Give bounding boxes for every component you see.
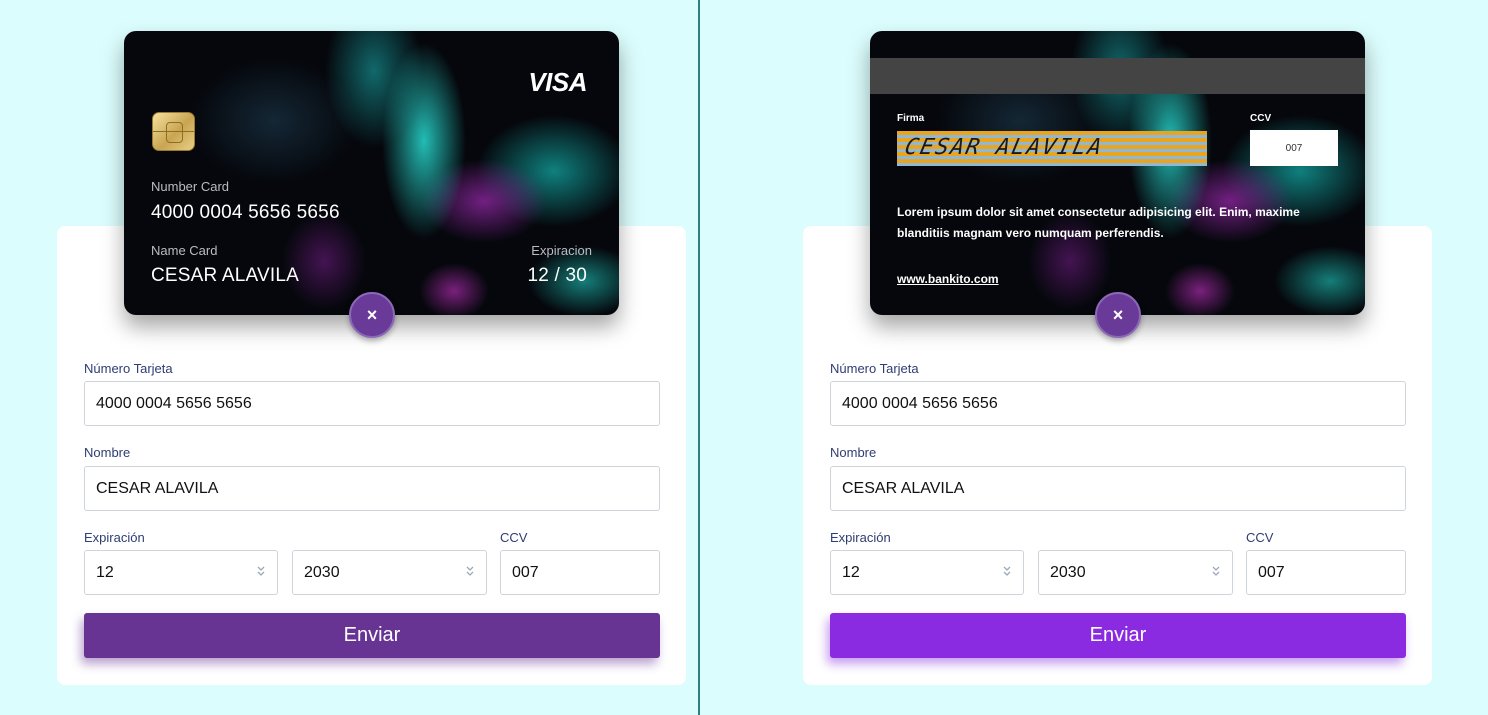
close-icon: × xyxy=(366,304,378,325)
submit-button[interactable]: Enviar xyxy=(84,613,660,658)
ccv-field-label: CCV xyxy=(500,530,528,545)
name-field-label: Nombre xyxy=(84,445,131,460)
signature-label: Firma xyxy=(897,113,925,124)
card-number-input[interactable]: 4000 0004 5656 5656 xyxy=(84,381,660,426)
card-number-display: 4000 0004 5656 5656 xyxy=(151,202,340,223)
month-select[interactable]: 12 xyxy=(84,550,278,595)
year-select[interactable]: 2030 xyxy=(292,550,487,595)
ccv-input[interactable]: 007 xyxy=(1246,550,1406,595)
visa-logo: VISA xyxy=(528,67,587,97)
name-field-label: Nombre xyxy=(830,445,877,460)
card-back-text: Lorem ipsum dolor sit amet consectetur a… xyxy=(897,205,1300,240)
close-icon: × xyxy=(1112,304,1124,325)
submit-button[interactable]: Enviar xyxy=(830,613,1406,658)
ccv-input[interactable]: 007 xyxy=(500,550,660,595)
expiry-field-label: Expiración xyxy=(830,530,891,545)
ccv-field-label: CCV xyxy=(1246,530,1274,545)
bank-link[interactable]: www.bankito.com xyxy=(897,272,999,286)
card-name-label: Name Card xyxy=(151,243,218,258)
magnetic-stripe xyxy=(870,58,1365,94)
card-form-panel-front: VISA Number Card 4000 0004 5656 5656 Nam… xyxy=(52,0,692,715)
close-button[interactable]: × xyxy=(1095,292,1141,338)
credit-card-back[interactable]: Firma CESAR ALAVILA CCV 007 Lorem ipsum … xyxy=(870,31,1365,315)
card-number-field-label: Número Tarjeta xyxy=(84,361,173,376)
card-number-label: Number Card xyxy=(151,179,230,194)
name-input[interactable]: CESAR ALAVILA xyxy=(84,466,660,511)
chevron-double-down-icon xyxy=(257,566,265,576)
card-ccv-label: CCV xyxy=(1250,113,1272,124)
year-select-value: 2030 xyxy=(304,563,340,581)
close-button[interactable]: × xyxy=(349,292,395,338)
signature-text: CESAR ALAVILA xyxy=(902,135,1106,160)
chevron-double-down-icon xyxy=(1003,566,1011,576)
chevron-double-down-icon xyxy=(1212,566,1220,576)
card-expiry-display: 12 / 30 xyxy=(527,265,587,286)
credit-card-front[interactable]: VISA Number Card 4000 0004 5656 5656 Nam… xyxy=(124,31,619,315)
expiry-field-label: Expiración xyxy=(84,530,145,545)
month-select-value: 12 xyxy=(842,563,860,581)
card-number-input[interactable]: 4000 0004 5656 5656 xyxy=(830,381,1406,426)
card-form-panel-back: Firma CESAR ALAVILA CCV 007 Lorem ipsum … xyxy=(798,0,1438,715)
signature-strip: CESAR ALAVILA xyxy=(897,131,1207,166)
card-chip-icon xyxy=(152,112,195,151)
month-select-value: 12 xyxy=(96,563,114,581)
card-number-field-label: Número Tarjeta xyxy=(830,361,919,376)
name-input[interactable]: CESAR ALAVILA xyxy=(830,466,1406,511)
year-select-value: 2030 xyxy=(1050,563,1086,581)
year-select[interactable]: 2030 xyxy=(1038,550,1233,595)
panel-divider xyxy=(698,0,700,715)
chevron-double-down-icon xyxy=(466,566,474,576)
card-expiry-label: Expiracion xyxy=(531,243,592,258)
card-name-display: CESAR ALAVILA xyxy=(151,265,299,286)
card-ccv-display: 007 xyxy=(1250,130,1338,166)
month-select[interactable]: 12 xyxy=(830,550,1024,595)
